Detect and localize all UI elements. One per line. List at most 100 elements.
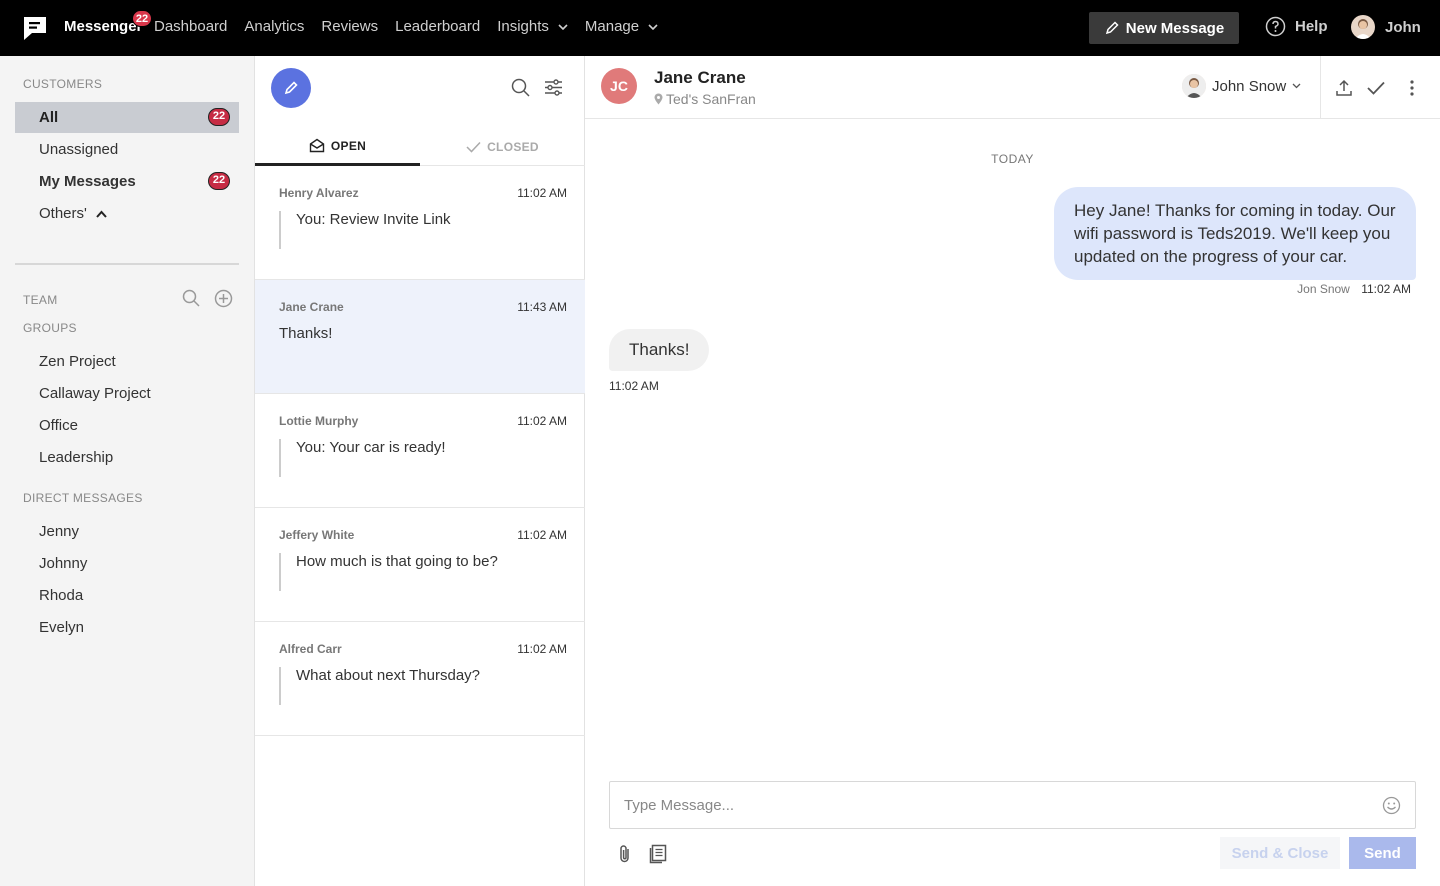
nav-insights[interactable]: Insights: [497, 18, 568, 35]
envelope-open-icon: [309, 138, 325, 153]
tab-closed-label: CLOSED: [487, 140, 539, 154]
send-and-close-button[interactable]: Send & Close: [1220, 837, 1340, 869]
filter-sliders-icon[interactable]: [544, 78, 563, 97]
sidebar-item-evelyn[interactable]: Evelyn: [15, 612, 239, 643]
contact-avatar: JC: [601, 68, 637, 104]
nav-insights-label: Insights: [497, 18, 549, 35]
incoming-message-bubble: Thanks!: [609, 329, 710, 371]
conversation-list: OPEN CLOSED Henry Alvarez 11:02 AM You: …: [255, 56, 585, 886]
assignee-dropdown[interactable]: John Snow: [1182, 74, 1301, 98]
sidebar-item-others[interactable]: Others': [15, 198, 239, 229]
paperclip-icon[interactable]: [617, 844, 633, 864]
main-nav: Dashboard Analytics Reviews Leaderboard …: [154, 18, 675, 35]
conversation-time: 11:02 AM: [517, 528, 567, 542]
brand-name[interactable]: Messenger: [64, 18, 142, 35]
checkmark-icon[interactable]: [1367, 81, 1385, 95]
message-input[interactable]: [624, 794, 1364, 816]
help-label: Help: [1295, 18, 1328, 35]
conversation-snippet: How much is that going to be?: [279, 553, 498, 591]
conversation-item[interactable]: Henry Alvarez 11:02 AM You: Review Invit…: [255, 166, 585, 280]
search-icon[interactable]: [511, 78, 530, 97]
conversation-time: 11:43 AM: [517, 300, 567, 314]
sidebar-item-callaway-project[interactable]: Callaway Project: [15, 378, 239, 409]
direct-messages-section-title: DIRECT MESSAGES: [23, 491, 143, 505]
user-name: John: [1385, 18, 1421, 36]
chevron-up-icon: [96, 210, 107, 218]
compose-button[interactable]: [271, 68, 311, 108]
chevron-down-icon: [558, 23, 568, 30]
sidebar-item-all[interactable]: All 22: [15, 102, 239, 133]
checkmark-icon: [466, 141, 481, 153]
nav-reviews[interactable]: Reviews: [321, 18, 378, 35]
sidebar-item-office[interactable]: Office: [15, 410, 239, 441]
conversation-snippet: You: Review Invite Link: [279, 211, 451, 249]
assignee-avatar: [1182, 74, 1206, 98]
team-tools: [182, 289, 233, 308]
user-menu[interactable]: John: [1351, 15, 1421, 39]
contact-location: Ted's SanFran: [654, 91, 756, 107]
help-link[interactable]: Help: [1265, 16, 1328, 37]
conversation-name: Henry Alvarez: [279, 186, 359, 200]
emoji-icon[interactable]: [1382, 796, 1401, 815]
search-icon[interactable]: [182, 289, 200, 307]
sidebar-item-zen-project[interactable]: Zen Project: [15, 346, 239, 377]
sidebar-item-johnny[interactable]: Johnny: [15, 548, 239, 579]
contact-name: Jane Crane: [654, 68, 746, 87]
nav-leaderboard[interactable]: Leaderboard: [395, 18, 480, 35]
message-author: Jon Snow: [1297, 282, 1350, 296]
conversation-item[interactable]: Alfred Carr 11:02 AM What about next Thu…: [255, 622, 585, 736]
conversation-snippet: What about next Thursday?: [279, 667, 480, 705]
conversation-snippet: You: Your car is ready!: [279, 439, 446, 477]
templates-document-icon[interactable]: [649, 844, 667, 864]
list-tools: [511, 78, 563, 97]
conversation-item[interactable]: Jeffery White 11:02 AM How much is that …: [255, 508, 585, 622]
tab-closed[interactable]: CLOSED: [420, 128, 585, 166]
chat-header: JC Jane Crane Ted's SanFran John Snow: [585, 56, 1440, 119]
chat-panel: JC Jane Crane Ted's SanFran John Snow TO…: [585, 56, 1440, 886]
new-message-button[interactable]: New Message: [1089, 12, 1239, 44]
message-composer: [609, 781, 1416, 829]
notification-badge: 22: [132, 10, 152, 27]
sidebar-item-jenny[interactable]: Jenny: [15, 516, 239, 547]
sidebar-item-label: All: [39, 109, 59, 126]
contact-location-label: Ted's SanFran: [666, 91, 756, 107]
conversation-name: Alfred Carr: [279, 642, 342, 656]
nav-manage-label: Manage: [584, 18, 640, 35]
nav-analytics[interactable]: Analytics: [244, 18, 304, 35]
tab-open[interactable]: OPEN: [255, 128, 420, 166]
day-separator: TODAY: [991, 152, 1034, 166]
map-pin-icon: [654, 93, 663, 105]
more-vertical-icon[interactable]: [1403, 79, 1421, 97]
sidebar-item-leadership[interactable]: Leadership: [15, 442, 239, 473]
customers-section-title: CUSTOMERS: [23, 77, 103, 91]
top-navigation-bar: Messenger 22 Dashboard Analytics Reviews…: [0, 0, 1440, 56]
chevron-down-icon: [648, 23, 658, 30]
send-button[interactable]: Send: [1349, 837, 1416, 869]
export-upload-icon[interactable]: [1335, 79, 1353, 97]
nav-manage[interactable]: Manage: [585, 18, 658, 35]
count-badge: 22: [208, 108, 230, 126]
conversation-snippet: Thanks!: [279, 325, 333, 342]
sidebar-item-unassigned[interactable]: Unassigned: [15, 134, 239, 165]
pencil-icon: [284, 81, 298, 95]
sidebar-item-label: My Messages: [39, 173, 136, 190]
assignee-name: John Snow: [1212, 77, 1287, 95]
team-section-title: TEAM: [23, 293, 58, 307]
conversation-name: Jane Crane: [279, 300, 344, 314]
messenger-logo-icon[interactable]: [22, 15, 48, 41]
conversation-item[interactable]: Lottie Murphy 11:02 AM You: Your car is …: [255, 394, 585, 508]
new-message-label: New Message: [1125, 19, 1225, 37]
conversation-name: Jeffery White: [279, 528, 355, 542]
conversation-item[interactable]: Jane Crane 11:43 AM Thanks!: [255, 280, 585, 394]
conversation-name: Lottie Murphy: [279, 414, 359, 428]
add-circle-icon[interactable]: [214, 289, 233, 308]
incoming-message-time: 11:02 AM: [609, 379, 659, 393]
sidebar-item-rhoda[interactable]: Rhoda: [15, 580, 239, 611]
pencil-icon: [1105, 21, 1119, 35]
composer-tools: [617, 844, 667, 864]
chevron-down-icon: [1292, 83, 1301, 89]
sidebar-divider: [15, 263, 239, 265]
nav-dashboard[interactable]: Dashboard: [154, 18, 227, 35]
sidebar-item-my-messages[interactable]: My Messages 22: [15, 166, 239, 197]
message-time: 11:02 AM: [1361, 282, 1411, 296]
